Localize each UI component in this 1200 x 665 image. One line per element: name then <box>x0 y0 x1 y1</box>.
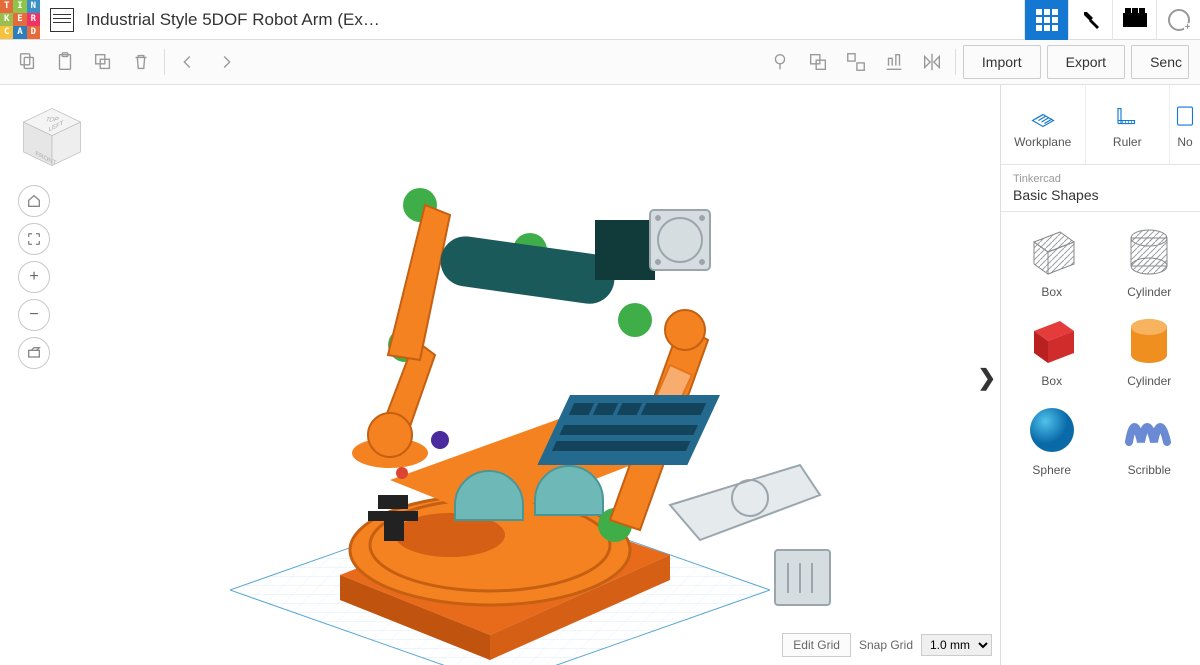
home-view-button[interactable] <box>18 185 50 217</box>
sendto-button[interactable]: Senc <box>1131 45 1189 79</box>
robot-arm-model[interactable] <box>240 105 840 665</box>
shape-scribble[interactable]: Scribble <box>1119 402 1179 477</box>
snap-grid-select[interactable]: 1.0 mm <box>921 634 992 656</box>
ungroup-button[interactable] <box>839 45 873 79</box>
copy-button[interactable] <box>10 45 44 79</box>
delete-button[interactable] <box>124 45 158 79</box>
view-cube[interactable]: TOP FRONT LEFT <box>18 103 86 171</box>
document-title[interactable]: Industrial Style 5DOF Robot Arm (Ex… <box>84 10 380 30</box>
snap-grid-label: Snap Grid <box>859 638 913 652</box>
zoom-out-button[interactable]: − <box>18 299 50 331</box>
shape-library: Box Cylinder Box Cylinder <box>1001 212 1200 665</box>
mode-blocks-button[interactable] <box>1068 0 1112 40</box>
ortho-toggle-button[interactable] <box>18 337 50 369</box>
zoom-in-button[interactable]: + <box>18 261 50 293</box>
edit-grid-button[interactable]: Edit Grid <box>782 633 851 657</box>
snap-grid-bar: Edit Grid Snap Grid 1.0 mm <box>782 633 992 657</box>
shape-box-hole[interactable]: Box <box>1022 224 1082 299</box>
ruler-tool[interactable]: Ruler <box>1086 85 1171 164</box>
shape-cylinder-solid[interactable]: Cylinder <box>1119 313 1179 388</box>
workspace-canvas[interactable]: TOP FRONT LEFT + − <box>0 85 1000 665</box>
toolbar: Import Export Senc <box>0 40 1200 85</box>
align-button[interactable] <box>877 45 911 79</box>
shape-cylinder-hole[interactable]: Cylinder <box>1119 224 1179 299</box>
workplane-tool[interactable]: Workplane <box>1001 85 1086 164</box>
view-nav-buttons: + − <box>18 185 50 369</box>
group-button[interactable] <box>801 45 835 79</box>
shape-box-solid[interactable]: Box <box>1022 313 1082 388</box>
shape-category-selector[interactable]: Tinkercad Basic Shapes <box>1001 165 1200 212</box>
mode-3d-button[interactable] <box>1024 0 1068 40</box>
visibility-button[interactable] <box>763 45 797 79</box>
tinkercad-logo[interactable]: TIN KER CAD <box>0 0 40 40</box>
export-button[interactable]: Export <box>1047 45 1125 79</box>
redo-button[interactable] <box>209 45 243 79</box>
mode-bricks-button[interactable] <box>1112 0 1156 40</box>
notes-tool[interactable]: No <box>1170 85 1200 164</box>
undo-button[interactable] <box>171 45 205 79</box>
import-button[interactable]: Import <box>963 45 1041 79</box>
mirror-button[interactable] <box>915 45 949 79</box>
shape-panel: Workplane Ruler No Tinkercad Basic Shape… <box>1000 85 1200 665</box>
shape-sphere[interactable]: Sphere <box>1022 402 1082 477</box>
duplicate-button[interactable] <box>86 45 120 79</box>
fit-view-button[interactable] <box>18 223 50 255</box>
paste-button[interactable] <box>48 45 82 79</box>
account-button[interactable] <box>1156 0 1200 40</box>
design-list-icon[interactable] <box>50 8 74 32</box>
title-bar: TIN KER CAD Industrial Style 5DOF Robot … <box>0 0 1200 40</box>
panel-collapse-toggle[interactable]: ❯ <box>978 365 996 391</box>
